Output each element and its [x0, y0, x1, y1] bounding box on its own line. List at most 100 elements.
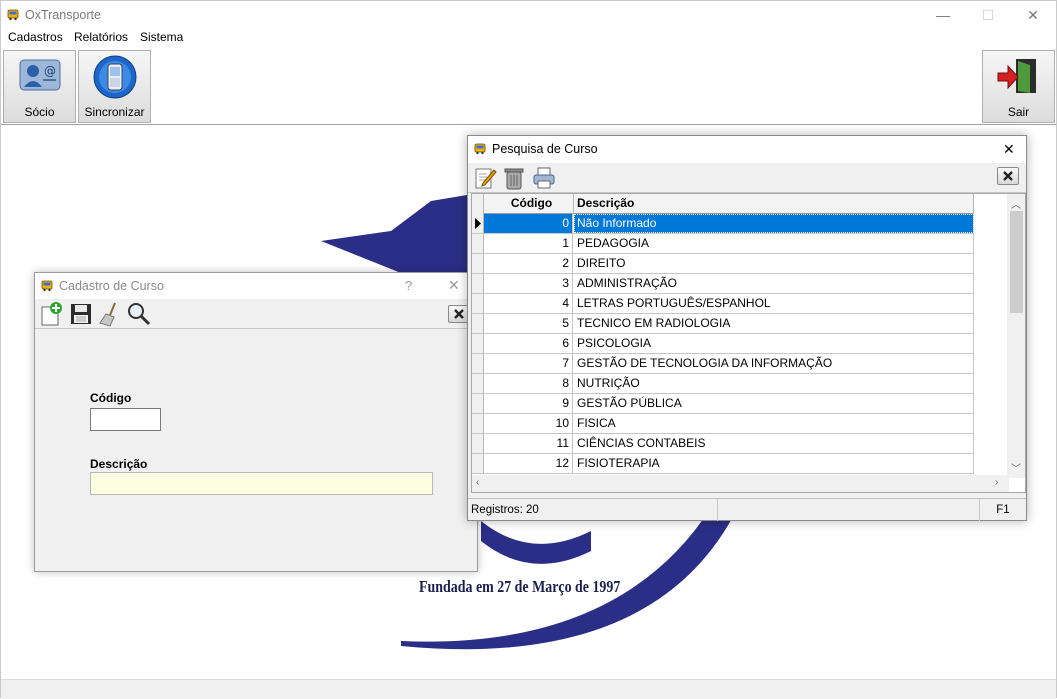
title-bar: OxTransporte — ☐ ✕ — [1, 1, 1056, 29]
pesquisa-toolbar — [468, 163, 1026, 193]
row-indicator[interactable] — [472, 454, 484, 473]
descricao-label: Descrição — [90, 457, 148, 471]
search-icon[interactable] — [126, 301, 152, 327]
scroll-up-icon[interactable]: ︿ — [1011, 196, 1021, 211]
maximize-button[interactable]: ☐ — [965, 1, 1011, 29]
row-indicator[interactable] — [472, 294, 484, 313]
sair-button[interactable]: Sair — [982, 50, 1055, 123]
cell-codigo[interactable]: 12 — [484, 454, 573, 473]
cell-descricao[interactable]: PSICOLOGIA — [574, 334, 974, 353]
cell-codigo[interactable]: 6 — [484, 334, 573, 353]
cell-descricao[interactable]: PEDAGOGIA — [574, 234, 974, 253]
menu-cadastros[interactable]: Cadastros — [8, 30, 63, 44]
cadastro-curso-dialog: Cadastro de Curso ? ✕ Código Descrição — [34, 272, 478, 572]
cell-descricao[interactable]: GESTÃO PÚBLICA — [574, 394, 974, 413]
save-icon[interactable] — [68, 301, 94, 327]
pesquisa-toolbar-close-icon[interactable] — [997, 167, 1019, 185]
table-row[interactable]: 3 ADMINISTRAÇÃO — [472, 274, 974, 294]
cell-codigo[interactable]: 9 — [484, 394, 573, 413]
table-row[interactable]: 8 NUTRIÇÃO — [472, 374, 974, 394]
table-row[interactable]: 6 PSICOLOGIA — [472, 334, 974, 354]
cell-codigo[interactable]: 10 — [484, 414, 573, 433]
cell-codigo[interactable]: 11 — [484, 434, 573, 453]
edit-icon[interactable] — [472, 165, 498, 191]
cell-descricao[interactable]: DIREITO — [574, 254, 974, 273]
scroll-left-icon[interactable]: ‹ — [476, 477, 479, 488]
cell-codigo[interactable]: 3 — [484, 274, 573, 293]
sair-label: Sair — [1007, 105, 1030, 119]
table-row[interactable]: 1 PEDAGOGIA — [472, 234, 974, 254]
help-button[interactable]: ? — [405, 278, 412, 293]
row-indicator[interactable] — [472, 434, 484, 453]
row-indicator[interactable] — [472, 394, 484, 413]
cell-descricao[interactable]: TECNICO EM RADIOLOGIA — [574, 314, 974, 333]
cell-codigo[interactable]: 8 — [484, 374, 573, 393]
row-indicator[interactable] — [472, 354, 484, 373]
row-indicator[interactable] — [472, 374, 484, 393]
column-codigo[interactable]: Código — [484, 194, 574, 214]
cell-descricao[interactable]: CIÊNCIAS CONTABEIS — [574, 434, 974, 453]
bus-icon — [41, 280, 53, 292]
status-empty-segment — [718, 499, 980, 521]
row-indicator[interactable] — [472, 314, 484, 333]
row-indicator[interactable] — [472, 234, 484, 253]
vertical-scrollbar[interactable]: ︿ ﹀ — [1007, 194, 1025, 478]
table-row[interactable]: 12 FISIOTERAPIA — [472, 454, 974, 474]
cell-codigo[interactable]: 7 — [484, 354, 573, 373]
pesquisa-title-bar: Pesquisa de Curso ✕ — [468, 136, 1026, 163]
table-row[interactable]: 7 GESTÃO DE TECNOLOGIA DA INFORMAÇÃO — [472, 354, 974, 374]
socio-button[interactable]: @ Sócio — [3, 50, 76, 123]
codigo-input[interactable] — [90, 408, 161, 431]
sincronizar-button[interactable]: Sincronizar — [78, 50, 151, 123]
cell-descricao[interactable]: NUTRIÇÃO — [574, 374, 974, 393]
bus-icon — [7, 9, 19, 21]
cell-codigo[interactable]: 0 — [484, 214, 573, 233]
horizontal-scrollbar[interactable]: ‹ › — [472, 475, 1009, 492]
descricao-input[interactable] — [90, 472, 433, 495]
new-icon[interactable] — [38, 301, 64, 327]
trash-icon[interactable] — [501, 165, 527, 191]
minimize-button[interactable]: — — [920, 1, 966, 29]
menu-relatorios[interactable]: Relatórios — [74, 30, 128, 44]
cell-descricao[interactable]: LETRAS PORTUGUÊS/ESPANHOL — [574, 294, 974, 313]
menu-sistema[interactable]: Sistema — [140, 30, 183, 44]
cell-descricao[interactable]: FISICA — [574, 414, 974, 433]
pesquisa-status-bar: Registros: 20 F1 — [468, 498, 1026, 521]
cell-codigo[interactable]: 5 — [484, 314, 573, 333]
table-row[interactable]: 4 LETRAS PORTUGUÊS/ESPANHOL — [472, 294, 974, 314]
row-indicator[interactable] — [472, 254, 484, 273]
row-indicator[interactable] — [472, 214, 484, 233]
cell-descricao[interactable]: FISIOTERAPIA — [574, 454, 974, 473]
row-indicator[interactable] — [472, 334, 484, 353]
scroll-thumb[interactable] — [1010, 211, 1023, 313]
cell-codigo[interactable]: 2 — [484, 254, 573, 273]
column-descricao[interactable]: Descrição — [574, 194, 974, 214]
cell-codigo[interactable]: 1 — [484, 234, 573, 253]
row-indicator[interactable] — [472, 274, 484, 293]
cell-descricao[interactable]: Não Informado — [574, 214, 974, 233]
print-icon[interactable] — [531, 165, 557, 191]
menu-bar: Cadastros Relatórios Sistema — [1, 29, 1056, 47]
table-row[interactable]: 10 FISICA — [472, 414, 974, 434]
cadastro-title: Cadastro de Curso — [59, 279, 164, 293]
main-status-bar — [1, 679, 1056, 699]
scroll-down-icon[interactable]: ﹀ — [1011, 460, 1021, 475]
table-row[interactable]: 11 CIÊNCIAS CONTABEIS — [472, 434, 974, 454]
table-row[interactable]: 0 Não Informado — [472, 214, 974, 234]
cadastro-close-button[interactable]: ✕ — [448, 277, 460, 294]
scroll-right-icon[interactable]: › — [995, 477, 998, 488]
pesquisa-title: Pesquisa de Curso — [492, 142, 598, 156]
cell-codigo[interactable]: 4 — [484, 294, 573, 313]
table-row[interactable]: 2 DIREITO — [472, 254, 974, 274]
close-button[interactable]: ✕ — [1010, 1, 1056, 29]
codigo-label: Código — [90, 391, 132, 405]
cadastro-toolbar — [35, 299, 477, 329]
cursos-grid: Código Descrição 0 Não Informado 1 PEDAGOGI… — [471, 193, 1026, 493]
table-row[interactable]: 9 GESTÃO PÚBLICA — [472, 394, 974, 414]
clear-broom-icon[interactable] — [97, 301, 123, 327]
table-row[interactable]: 5 TECNICO EM RADIOLOGIA — [472, 314, 974, 334]
row-indicator[interactable] — [472, 414, 484, 433]
pesquisa-close-button[interactable]: ✕ — [1003, 141, 1015, 158]
cell-descricao[interactable]: GESTÃO DE TECNOLOGIA DA INFORMAÇÃO — [574, 354, 974, 373]
cell-descricao[interactable]: ADMINISTRAÇÃO — [574, 274, 974, 293]
